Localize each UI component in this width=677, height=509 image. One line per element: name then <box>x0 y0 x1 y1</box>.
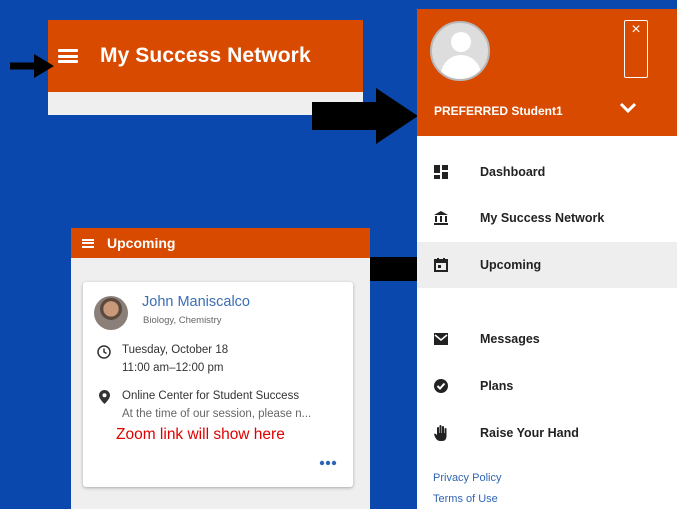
nav-item-plans[interactable]: Plans <box>417 363 677 409</box>
nav-item-label: Upcoming <box>480 258 542 272</box>
nav-item-label: Dashboard <box>480 165 546 179</box>
user-avatar[interactable] <box>430 21 490 81</box>
nav-item-label: Raise Your Hand <box>480 426 579 440</box>
appointment-note: At the time of our session, please n... <box>122 408 312 420</box>
advisor-subjects: Biology, Chemistry <box>143 315 222 326</box>
calendar-icon <box>434 258 448 272</box>
user-name: PREFERRED Student1 <box>434 104 563 118</box>
app-bar: My Success Network <box>48 20 363 92</box>
appointment-time: 11:00 am–12:00 pm <box>122 362 224 374</box>
drawer-header: × PREFERRED Student1 <box>417 9 677 136</box>
nav-item-label: Plans <box>480 379 514 393</box>
nav-item-raise-your-hand[interactable]: Raise Your Hand <box>417 410 677 456</box>
upcoming-title: Upcoming <box>107 235 176 251</box>
more-options-icon[interactable] <box>318 455 338 466</box>
hamburger-menu-icon[interactable] <box>58 49 78 63</box>
terms-of-use-link[interactable]: Terms of Use <box>433 493 498 505</box>
nav-item-upcoming[interactable]: Upcoming <box>417 242 677 288</box>
nav-item-dashboard[interactable]: Dashboard <box>417 149 677 195</box>
hamburger-menu-icon[interactable] <box>82 238 94 248</box>
appointment-location: Online Center for Student Success <box>122 390 300 402</box>
pointer-arrow-icon <box>312 88 418 144</box>
nav-item-messages[interactable]: Messages <box>417 316 677 362</box>
bank-icon <box>434 211 448 225</box>
chevron-down-icon[interactable] <box>617 97 639 119</box>
close-button[interactable]: × <box>624 20 648 78</box>
dashboard-icon <box>434 165 448 179</box>
location-pin-icon <box>99 390 110 404</box>
appointment-card[interactable]: John Maniscalco Biology, Chemistry Tuesd… <box>83 282 353 487</box>
app-title: My Success Network <box>100 44 311 67</box>
upcoming-panel: Upcoming John Maniscalco Biology, Chemis… <box>71 228 370 509</box>
pointer-arrow-icon <box>10 54 54 78</box>
avatar <box>94 296 128 330</box>
nav-item-label: Messages <box>480 332 540 346</box>
upcoming-app-bar: Upcoming <box>71 228 370 258</box>
check-circle-icon <box>434 379 448 393</box>
clock-icon <box>97 345 111 359</box>
nav-item-label: My Success Network <box>480 211 605 225</box>
envelope-icon <box>434 332 448 346</box>
nav-item-my-success-network[interactable]: My Success Network <box>417 195 677 241</box>
zoom-link-annotation: Zoom link will show here <box>116 424 346 446</box>
navigation-drawer: × PREFERRED Student1 Dashboard My Succes… <box>417 9 677 509</box>
privacy-policy-link[interactable]: Privacy Policy <box>433 472 501 484</box>
advisor-name-link[interactable]: John Maniscalco <box>142 294 250 310</box>
hand-icon <box>434 425 448 441</box>
appointment-date: Tuesday, October 18 <box>122 344 229 356</box>
